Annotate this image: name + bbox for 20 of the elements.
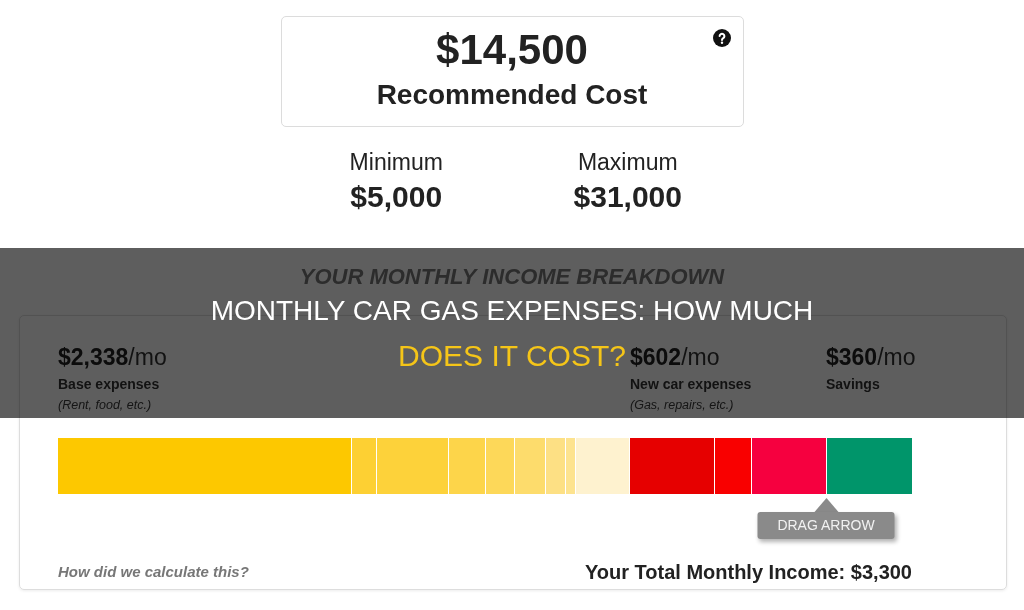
- expense-amount: $360/mo: [826, 343, 916, 371]
- expense-label: New car expenses: [630, 375, 752, 393]
- expense-note: (Rent, food, etc.): [58, 397, 152, 413]
- drag-tooltip: DRAG ARROW: [757, 498, 895, 539]
- expense-amount: $602/mo: [630, 343, 720, 371]
- recommended-amount: $14,500: [436, 27, 588, 73]
- expense-label: Savings: [826, 375, 880, 393]
- banner-title: MONTHLY CAR GAS EXPENSES: HOW MUCH: [210, 294, 814, 328]
- help-icon[interactable]: [712, 29, 731, 47]
- total-income: Your Total Monthly Income: $3,300: [584, 560, 912, 585]
- expense-note: (Gas, repairs, etc.): [630, 397, 734, 413]
- expense-label: Base expenses: [58, 375, 160, 393]
- expense-amount: $2,338/mo: [58, 343, 167, 371]
- recommended-label: Recommended Cost: [376, 78, 648, 112]
- range-label: Minimum: [349, 150, 443, 174]
- calculation-link[interactable]: How did we calculate this?: [58, 559, 249, 585]
- banner-title: DOES IT COST?: [398, 338, 626, 374]
- range-label: Maximum: [577, 150, 678, 174]
- range-amount: $31,000: [573, 180, 682, 214]
- range-amount: $5,000: [350, 180, 443, 214]
